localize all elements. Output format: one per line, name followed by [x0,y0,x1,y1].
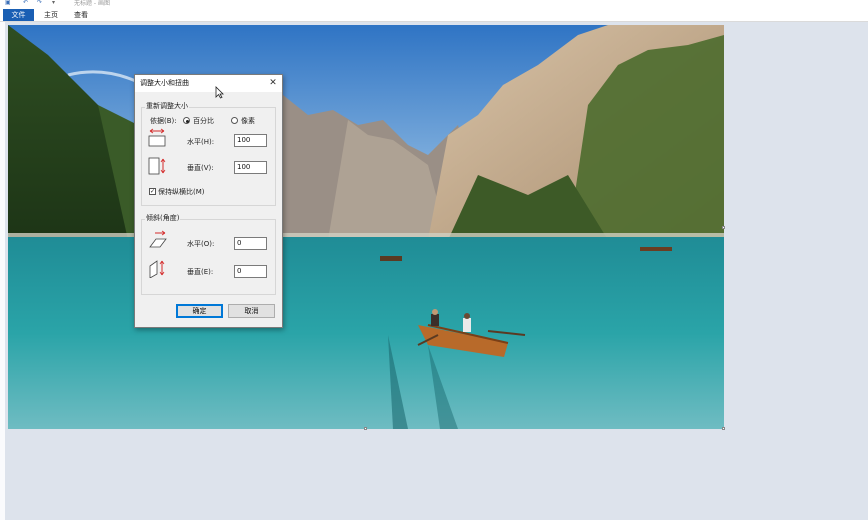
skew-vertical-label: 垂直(E): [187,268,214,276]
pixels-radio-label[interactable]: 像素 [241,117,255,125]
skew-vertical-input[interactable]: 0 [234,265,267,278]
resize-skew-dialog: 调整大小和扭曲 ✕ 重新调整大小 依据(B): 百分比 像素 水平(H): 10… [134,74,283,328]
cancel-button[interactable]: 取消 [228,304,275,318]
percent-radio-label[interactable]: 百分比 [193,117,214,125]
skew-horizontal-label: 水平(O): [187,240,215,248]
dialog-title: 调整大小和扭曲 [140,79,189,87]
skew-horizontal-input[interactable]: 0 [234,237,267,250]
canvas-resize-handle-bottom[interactable] [364,427,367,430]
title-bar: ▣ ↶ ↷ ▾ 无标题 - 画图 [0,0,868,8]
tab-file[interactable]: 文件 [3,9,34,21]
canvas-resize-handle-right[interactable] [722,226,725,229]
resize-horizontal-label: 水平(H): [187,138,215,146]
resize-vertical-label: 垂直(V): [187,164,214,172]
resize-vertical-input[interactable]: 100 [234,161,267,174]
skew-vertical-icon [149,260,165,278]
percent-radio[interactable] [183,117,190,124]
ribbon-tabs: 文件 主页 查看 [0,8,868,22]
canvas-image[interactable] [8,25,724,429]
skew-horizontal-icon [149,230,167,248]
mouse-cursor-icon [215,86,224,99]
resize-vertical-icon [148,157,166,175]
window-title: 无标题 - 画图 [74,0,110,7]
tab-view[interactable]: 查看 [70,9,92,21]
keep-aspect-label[interactable]: 保持纵横比(M) [158,188,205,196]
pixels-radio[interactable] [231,117,238,124]
skew-group-label: 倾斜(角度) [145,214,181,222]
undo-icon[interactable]: ↶ [23,0,28,6]
resize-horizontal-input[interactable]: 100 [234,134,267,147]
tab-home[interactable]: 主页 [40,9,62,21]
canvas-resize-handle-corner[interactable] [722,427,725,430]
lake-mountain-photo [8,25,724,429]
resize-horizontal-icon [148,128,166,147]
keep-aspect-checkbox[interactable]: ✓ [149,188,156,195]
resize-group-label: 重新调整大小 [145,102,189,110]
by-label: 依据(B): [150,117,177,125]
ok-button[interactable]: 确定 [176,304,223,318]
dialog-title-bar[interactable]: 调整大小和扭曲 ✕ [135,75,282,92]
customize-dropdown-icon[interactable]: ▾ [52,0,55,6]
save-icon[interactable]: ▣ [5,0,11,6]
close-icon[interactable]: ✕ [268,78,278,88]
redo-icon[interactable]: ↷ [37,0,42,6]
workspace-left-edge [0,22,5,520]
